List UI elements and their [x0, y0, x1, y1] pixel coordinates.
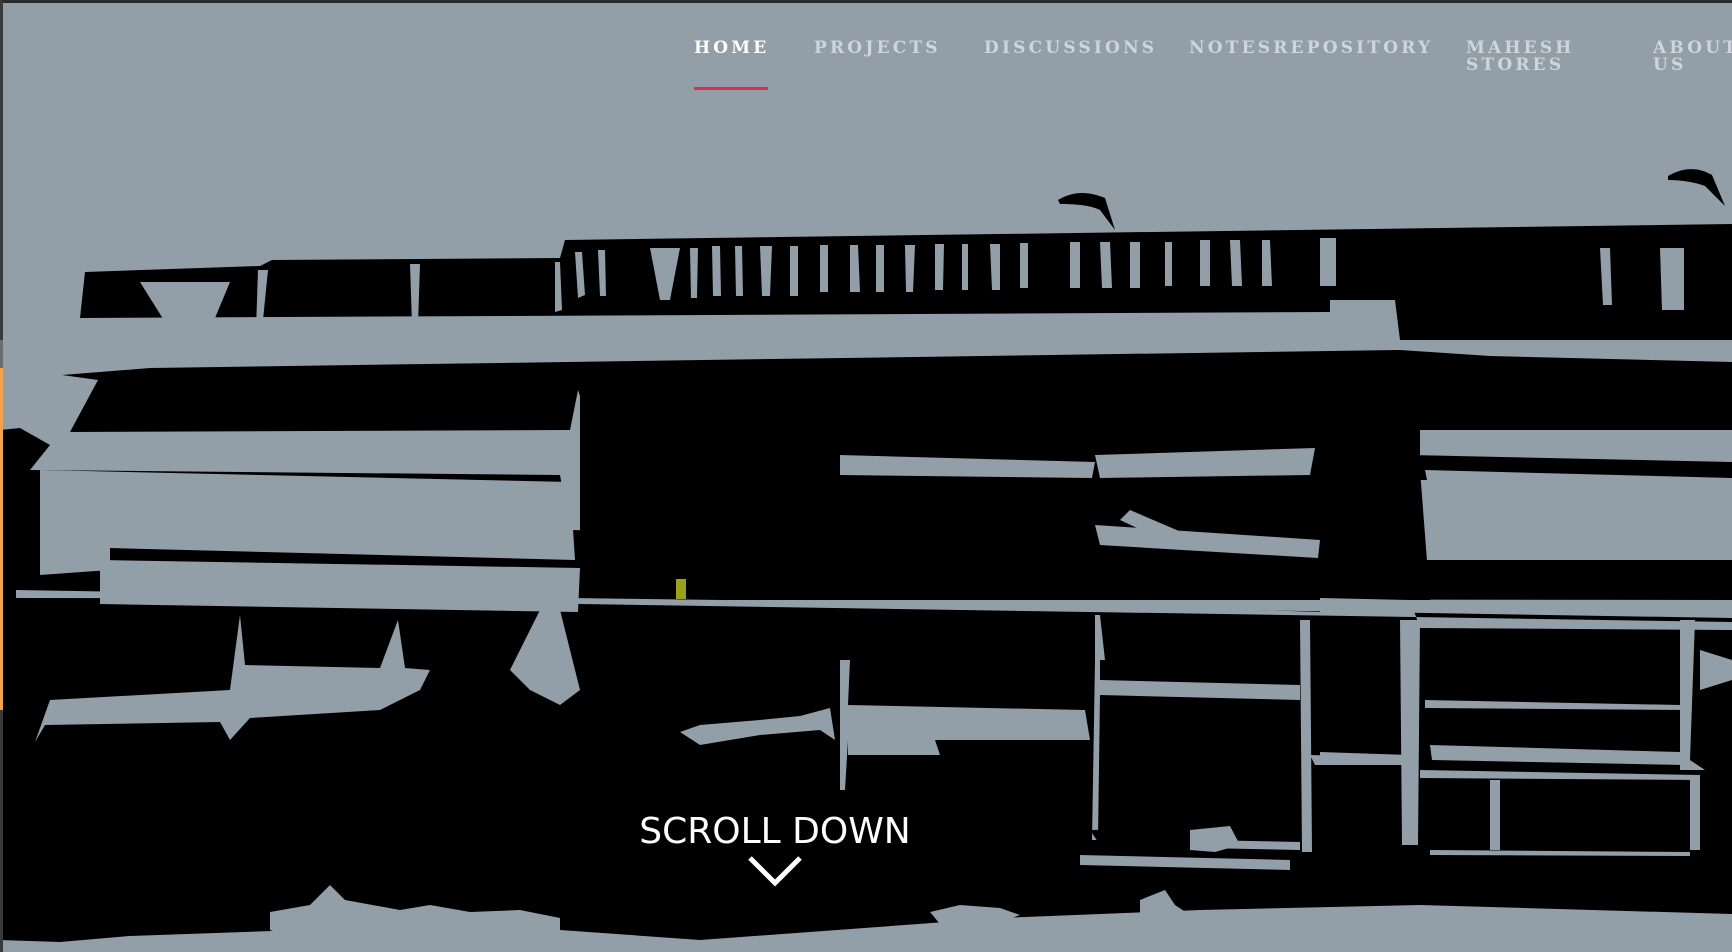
nav-item-projects[interactable]: PROJECTS — [814, 40, 941, 57]
building-silhouette-illustration — [0, 169, 1732, 952]
nav-item-label: ABOUT US — [1653, 40, 1732, 74]
main-navigation: HOME PROJECTS DISCUSSIONS NOTESREPOSITOR… — [0, 40, 1732, 100]
nav-item-notesrepository[interactable]: NOTESREPOSITORY — [1189, 40, 1433, 57]
window-top-border — [0, 0, 1732, 3]
hero-section: HOME PROJECTS DISCUSSIONS NOTESREPOSITOR… — [0, 0, 1732, 952]
nav-item-about-us[interactable]: ABOUT US — [1653, 40, 1732, 74]
nav-item-label: HOME — [694, 38, 770, 58]
nav-item-label: PROJECTS — [814, 38, 941, 58]
active-underline — [694, 87, 768, 90]
nav-item-label: DISCUSSIONS — [984, 38, 1158, 58]
nav-item-home[interactable]: HOME — [694, 38, 770, 90]
nav-item-label: NOTESREPOSITORY — [1189, 38, 1434, 58]
nav-item-discussions[interactable]: DISCUSSIONS — [984, 40, 1157, 57]
scroll-down-button[interactable]: SCROLL DOWN — [620, 812, 930, 888]
scroll-down-label: SCROLL DOWN — [639, 811, 911, 852]
left-edge-accent — [0, 340, 3, 368]
left-edge-accent-orange — [0, 368, 3, 710]
nav-item-label: MAHESH STORES — [1466, 38, 1575, 75]
nav-item-mahesh-stores[interactable]: MAHESH STORES — [1466, 40, 1606, 74]
chevron-down-icon — [748, 856, 802, 887]
